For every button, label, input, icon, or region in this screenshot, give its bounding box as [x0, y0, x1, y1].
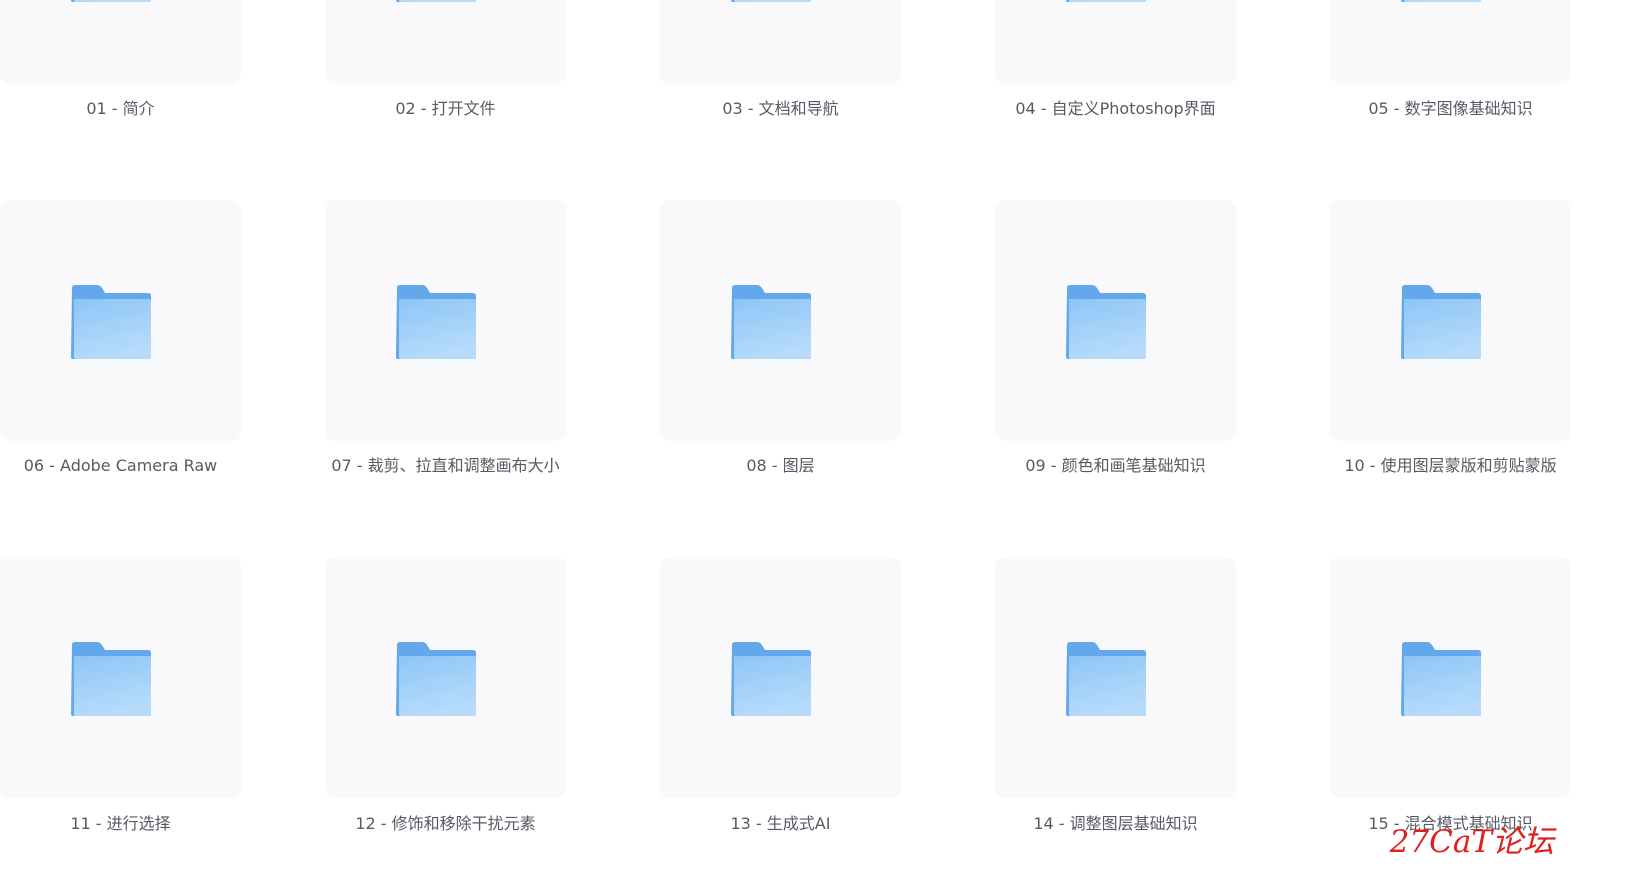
folder-name: 08 - 图层 — [746, 456, 815, 475]
folder-tile[interactable] — [1330, 0, 1571, 84]
folder-icon — [1401, 285, 1481, 359]
folder-tile[interactable] — [660, 557, 901, 798]
folder-name: 10 - 使用图层蒙版和剪贴蒙版 — [1344, 456, 1557, 475]
folder-name: 13 - 生成式AI — [730, 814, 831, 833]
folder-name: 14 - 调整图层基础知识 — [1033, 814, 1198, 833]
folder-icon — [1066, 0, 1146, 2]
folder-icon — [731, 642, 811, 716]
folder-name: 12 - 修饰和移除干扰元素 — [355, 814, 536, 833]
folder-name: 03 - 文档和导航 — [722, 99, 839, 118]
folder-tile[interactable] — [0, 557, 241, 798]
folder-tile[interactable] — [995, 200, 1236, 441]
folder-name: 07 - 裁剪、拉直和调整画布大小 — [331, 456, 560, 475]
folder-icon — [71, 285, 151, 359]
folder-tile[interactable] — [995, 0, 1236, 84]
folder-tile[interactable] — [660, 0, 901, 84]
folder-name: 06 - Adobe Camera Raw — [23, 456, 218, 475]
folder-name: 04 - 自定义Photoshop界面 — [1015, 99, 1216, 118]
folder-icon — [396, 642, 476, 716]
folder-icon — [71, 0, 151, 2]
watermark-logo: 27CaT论坛 — [1389, 824, 1554, 860]
folder-icon — [396, 285, 476, 359]
folder-name: 02 - 打开文件 — [395, 99, 496, 118]
folder-name: 09 - 颜色和画笔基础知识 — [1025, 456, 1206, 475]
folder-icon — [396, 0, 476, 2]
folder-tile[interactable] — [1330, 200, 1571, 441]
folder-icon — [1401, 642, 1481, 716]
folder-icon — [731, 285, 811, 359]
folder-icon — [731, 0, 811, 2]
folder-icon — [1066, 642, 1146, 716]
folder-icon — [71, 642, 151, 716]
folder-tile[interactable] — [1330, 557, 1571, 798]
folder-grid: 01 - 简介 02 - 打开文件 03 - 文档和导航 04 - 自定义Photos… — [0, 0, 1630, 883]
folder-tile[interactable] — [325, 200, 566, 441]
folder-tile[interactable] — [0, 200, 241, 441]
folder-icon — [1066, 285, 1146, 359]
folder-name: 01 - 简介 — [86, 99, 155, 118]
folder-name: 11 - 进行选择 — [70, 814, 171, 833]
folder-tile[interactable] — [325, 0, 566, 84]
folder-icon — [1401, 0, 1481, 2]
folder-name: 05 - 数字图像基础知识 — [1368, 99, 1533, 118]
folder-tile[interactable] — [325, 557, 566, 798]
folder-tile[interactable] — [995, 557, 1236, 798]
folder-tile[interactable] — [0, 0, 241, 84]
folder-tile[interactable] — [660, 200, 901, 441]
